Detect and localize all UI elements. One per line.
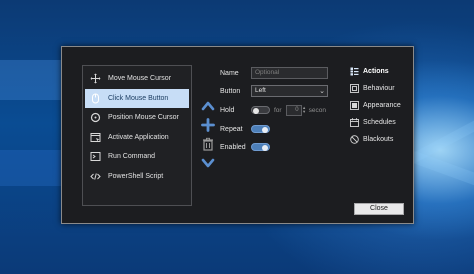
- stepper-down-icon[interactable]: ▼: [302, 110, 306, 114]
- list-item-label: Activate Application: [108, 133, 169, 141]
- nav-item-actions[interactable]: Actions: [350, 63, 410, 80]
- list-item-label: Position Mouse Cursor: [108, 114, 179, 122]
- nav-item-appearance[interactable]: Appearance: [350, 97, 410, 114]
- name-input[interactable]: Optional: [251, 67, 328, 79]
- repeat-row: Repeat: [220, 123, 270, 135]
- list-item-position-mouse-cursor[interactable]: Position Mouse Cursor: [85, 108, 189, 128]
- move-cursor-icon: [90, 73, 101, 84]
- actions-list: Move Mouse Cursor Click Mouse Button Pos…: [82, 65, 192, 206]
- name-label: Name: [220, 69, 239, 77]
- nav-item-label: Schedules: [363, 119, 396, 126]
- enabled-toggle[interactable]: [251, 143, 270, 151]
- toggle-knob: [262, 126, 268, 133]
- list-item-activate-application[interactable]: Activate Application: [85, 128, 189, 148]
- chevron-down-icon[interactable]: [201, 156, 215, 170]
- seconds-unit: secon: [308, 106, 326, 114]
- list-tools: [201, 99, 215, 175]
- button-select-value: Left: [255, 87, 266, 94]
- nav-item-blackouts[interactable]: Blackouts: [350, 131, 410, 148]
- window-pane: [0, 150, 70, 186]
- repeat-toggle[interactable]: [251, 125, 270, 133]
- appearance-icon: [350, 101, 359, 110]
- hold-label: Hold: [220, 106, 235, 114]
- list-icon: [350, 67, 359, 76]
- terminal-icon: [90, 151, 101, 162]
- calendar-icon: [350, 118, 359, 127]
- mouse-icon: [90, 93, 101, 104]
- nav-item-schedules[interactable]: Schedules: [350, 114, 410, 131]
- window-icon: [90, 132, 101, 143]
- button-label: Button: [220, 87, 241, 95]
- list-item-label: Run Command: [108, 153, 156, 161]
- hold-seconds-stepper[interactable]: ▲ ▼: [302, 105, 307, 116]
- list-item-label: Move Mouse Cursor: [108, 75, 172, 83]
- list-item-click-mouse-button[interactable]: Click Mouse Button: [85, 88, 189, 108]
- name-row: Name Optional: [220, 67, 328, 79]
- hold-row: Hold for 0 ▲ ▼ secon: [220, 104, 326, 116]
- nav-item-label: Behaviour: [363, 85, 395, 92]
- target-icon: [90, 112, 101, 123]
- close-button[interactable]: Close: [354, 203, 404, 215]
- trash-icon[interactable]: [201, 137, 215, 151]
- list-item-label: Click Mouse Button: [108, 94, 169, 102]
- settings-nav: Actions Behaviour Appearance Schedules B…: [350, 63, 410, 148]
- nav-item-label: Blackouts: [363, 136, 394, 143]
- list-item-run-command[interactable]: Run Command: [85, 147, 189, 167]
- code-icon: [90, 171, 101, 182]
- list-item-label: PowerShell Script: [108, 172, 164, 180]
- hold-toggle[interactable]: [251, 106, 270, 114]
- blackout-icon: [350, 135, 359, 144]
- chevron-down-icon: ⌄: [319, 88, 325, 95]
- nav-item-behaviour[interactable]: Behaviour: [350, 80, 410, 97]
- chevron-up-icon[interactable]: [201, 99, 215, 113]
- nav-item-label: Actions: [363, 68, 389, 75]
- toggle-knob: [262, 144, 268, 151]
- list-item-powershell-script[interactable]: PowerShell Script: [85, 167, 189, 187]
- enabled-row: Enabled: [220, 141, 270, 153]
- for-text: for: [274, 106, 282, 114]
- toggle-knob: [253, 107, 259, 114]
- hold-seconds-input[interactable]: 0: [285, 104, 302, 116]
- repeat-label: Repeat: [220, 125, 243, 133]
- settings-dialog: Move Mouse Cursor Click Mouse Button Pos…: [61, 46, 414, 224]
- list-item-move-mouse-cursor[interactable]: Move Mouse Cursor: [85, 69, 189, 89]
- enabled-label: Enabled: [220, 143, 246, 151]
- button-row: Button Left ⌄: [220, 85, 328, 97]
- behaviour-icon: [350, 84, 359, 93]
- plus-icon[interactable]: [201, 118, 215, 132]
- nav-item-label: Appearance: [363, 102, 401, 109]
- window-pane: [0, 60, 70, 100]
- button-select[interactable]: Left ⌄: [251, 85, 328, 97]
